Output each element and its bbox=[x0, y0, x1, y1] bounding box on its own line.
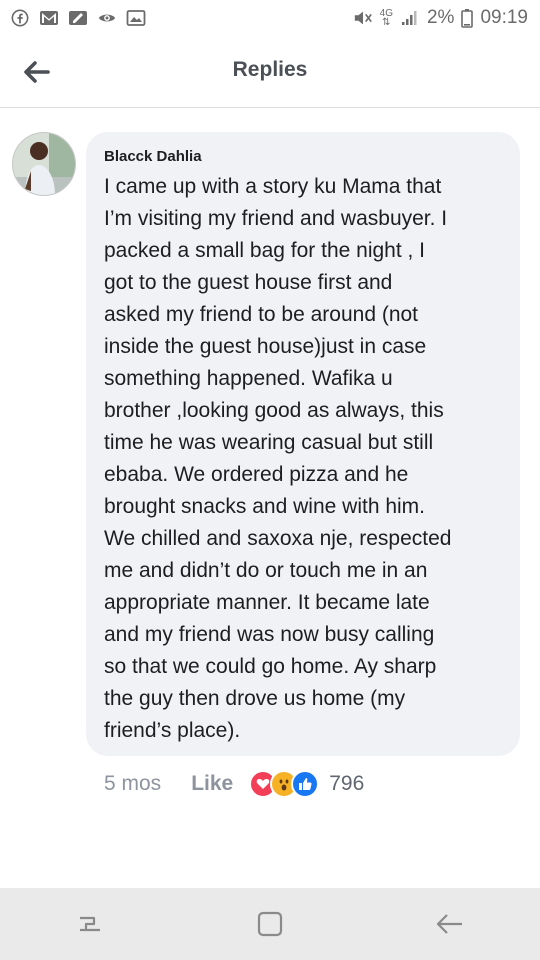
gmail-icon bbox=[39, 9, 59, 27]
mute-icon bbox=[353, 9, 373, 27]
navigation-bar bbox=[0, 888, 540, 960]
recent-apps-icon bbox=[80, 916, 100, 932]
network-icon: 4G ⇅ bbox=[379, 8, 393, 28]
reaction-count[interactable]: 796 bbox=[329, 772, 364, 796]
home-icon bbox=[257, 911, 283, 937]
facebook-icon bbox=[10, 9, 30, 27]
like-button[interactable]: Like bbox=[191, 772, 233, 796]
comment-actions: 5 mos Like 796 bbox=[104, 768, 364, 800]
clock: 09:19 bbox=[480, 7, 528, 28]
avatar-photo bbox=[13, 133, 75, 195]
status-bar: 4G ⇅ 2% 09:19 bbox=[0, 0, 540, 36]
camera-icon bbox=[97, 9, 117, 27]
comment-timestamp[interactable]: 5 mos bbox=[104, 772, 161, 796]
battery-icon bbox=[461, 9, 474, 28]
network-label: 4G bbox=[379, 8, 393, 19]
page-title: Replies bbox=[232, 58, 308, 81]
reactions-summary[interactable] bbox=[249, 770, 320, 798]
comment-author[interactable]: Blacck Dahlia bbox=[104, 148, 504, 165]
like-icon bbox=[291, 770, 320, 798]
gallery-icon bbox=[126, 9, 146, 27]
header-bar: Replies bbox=[0, 36, 540, 108]
battery-percent: 2% bbox=[426, 7, 455, 28]
notification-icon bbox=[68, 9, 88, 27]
comment-text: I came up with a story ku Mama that I’m … bbox=[104, 175, 452, 742]
avatar[interactable] bbox=[12, 132, 76, 196]
comment-bubble: Blacck Dahlia I came up with a story ku … bbox=[86, 132, 520, 756]
status-right-icons: 4G ⇅ 2% 09:19 bbox=[353, 7, 540, 29]
recent-apps-button[interactable] bbox=[60, 894, 120, 954]
status-left-icons bbox=[0, 9, 146, 27]
home-button[interactable] bbox=[240, 894, 300, 954]
signal-icon bbox=[400, 9, 420, 27]
nav-back-button[interactable] bbox=[420, 894, 480, 954]
back-icon bbox=[436, 914, 462, 934]
